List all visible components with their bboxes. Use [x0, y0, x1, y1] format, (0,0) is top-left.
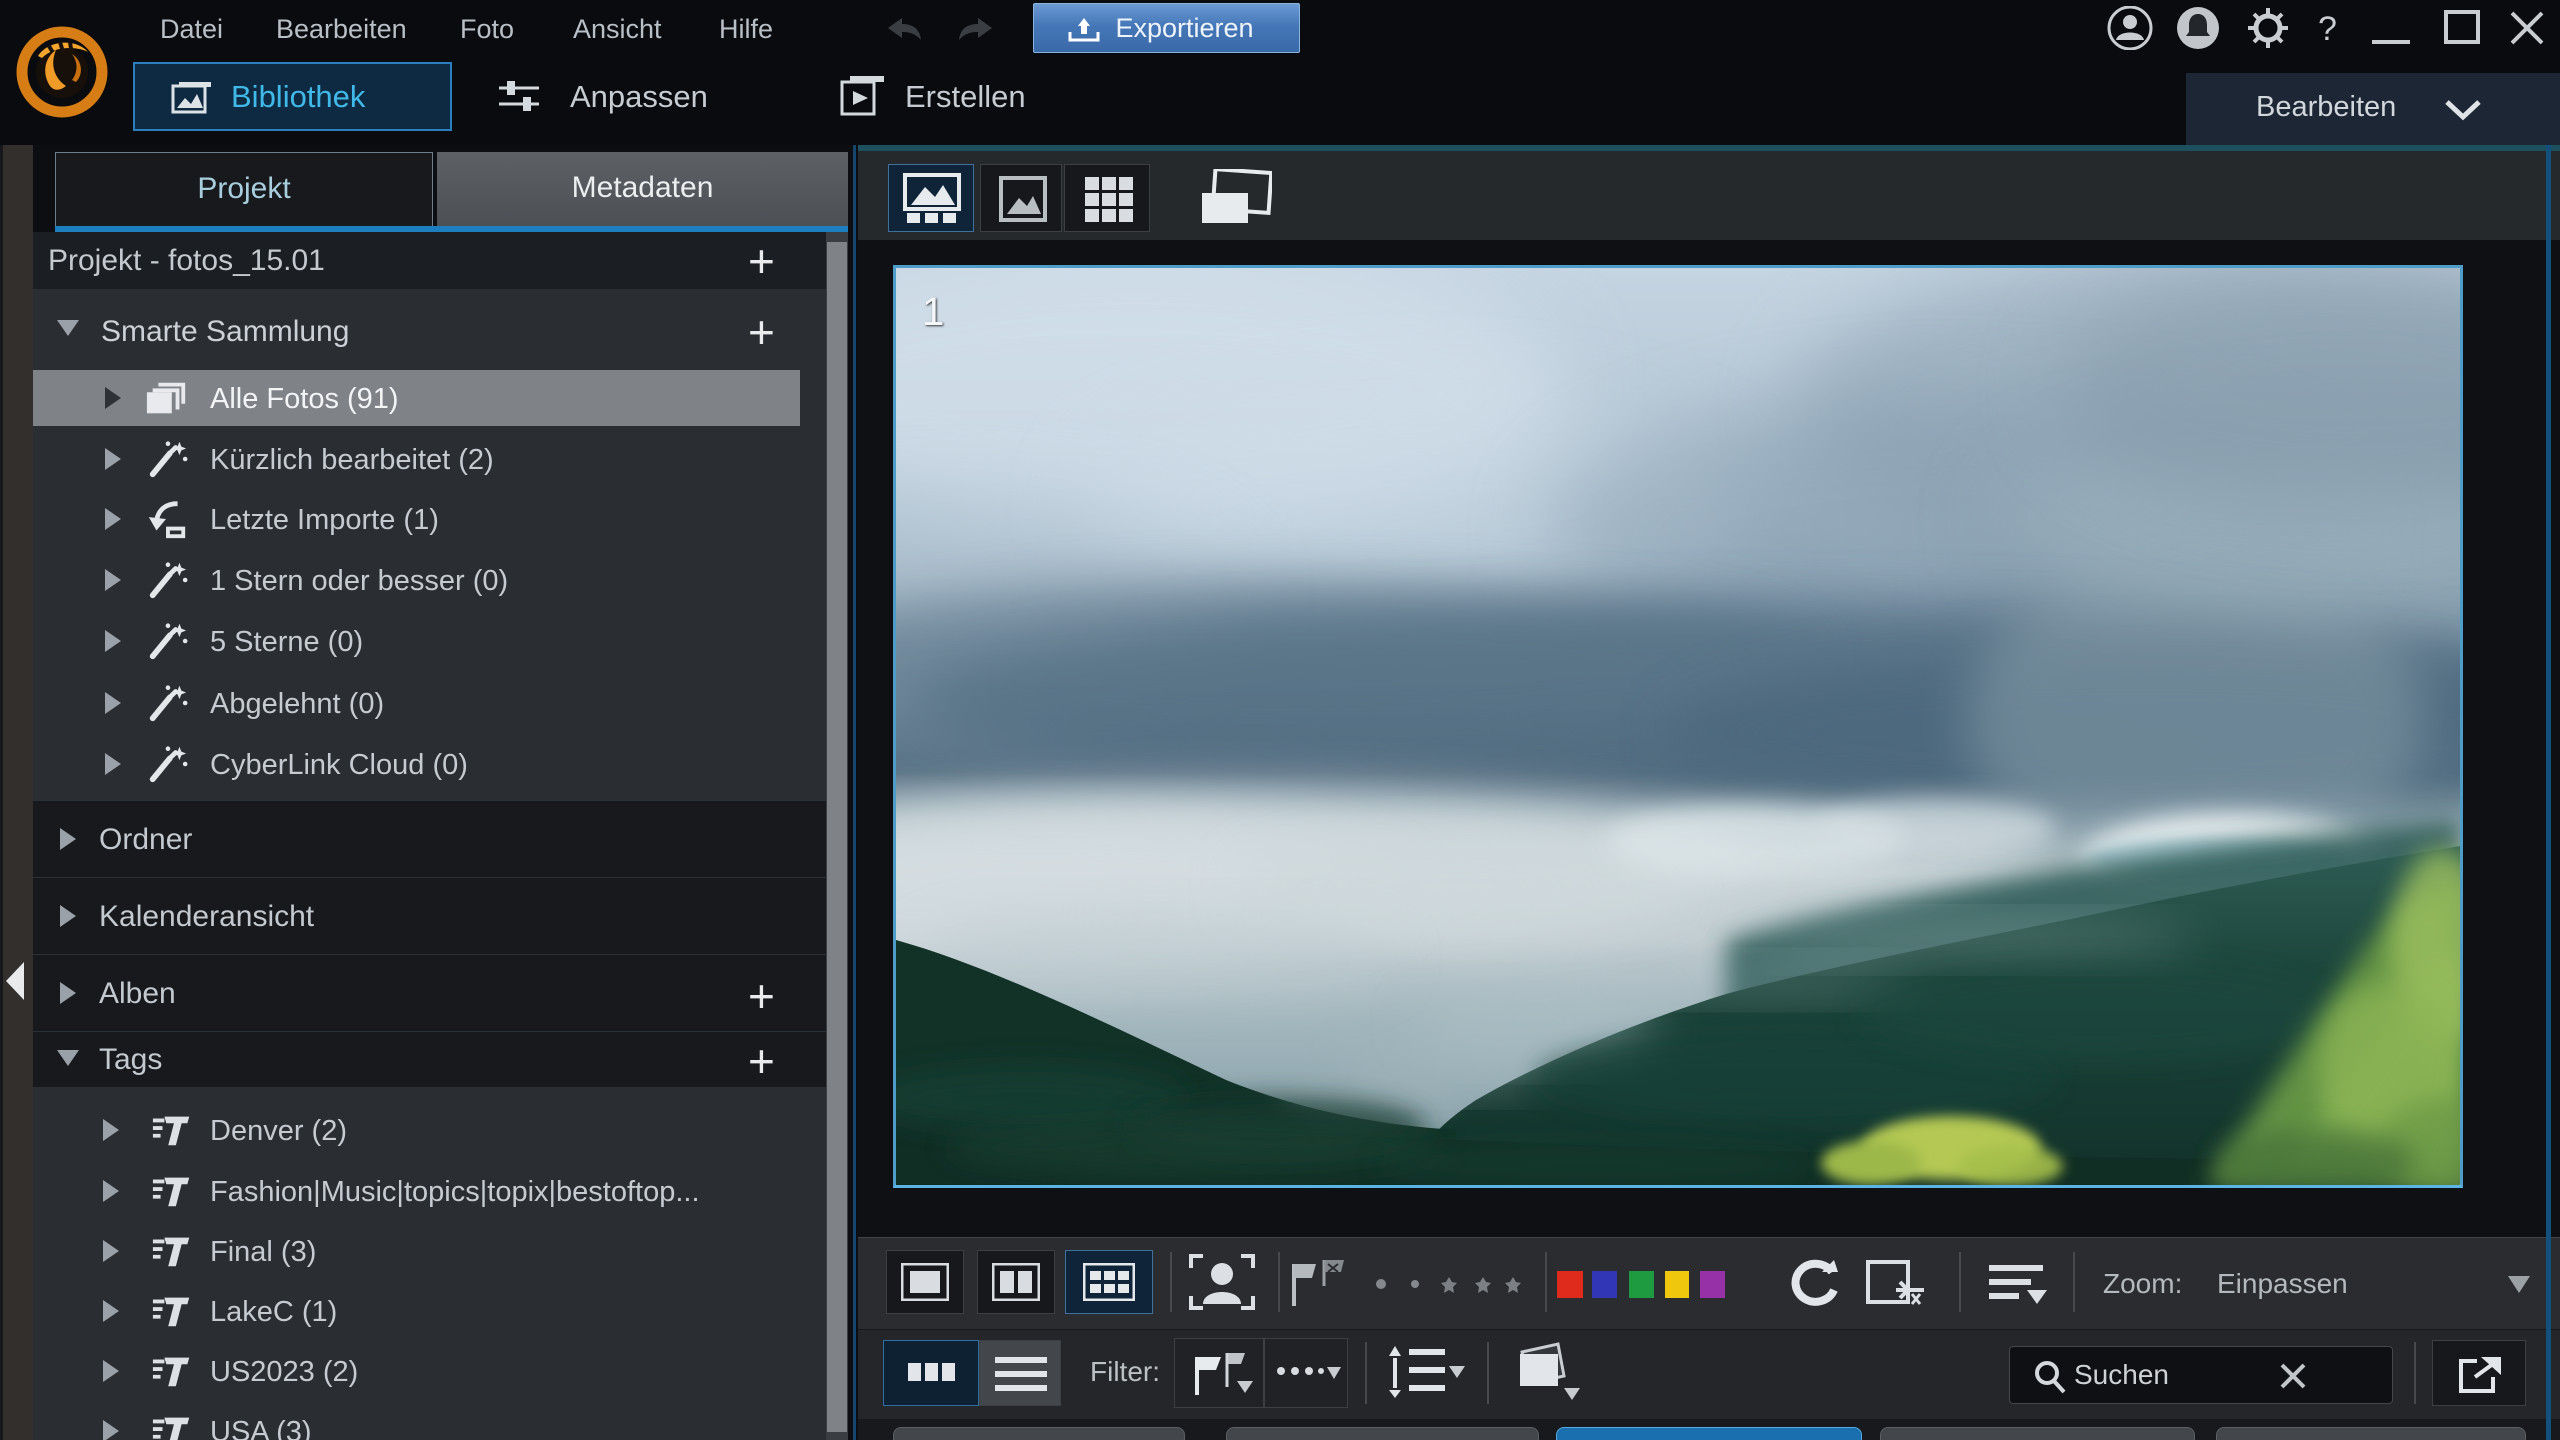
svg-text:?: ?: [2318, 10, 2337, 48]
